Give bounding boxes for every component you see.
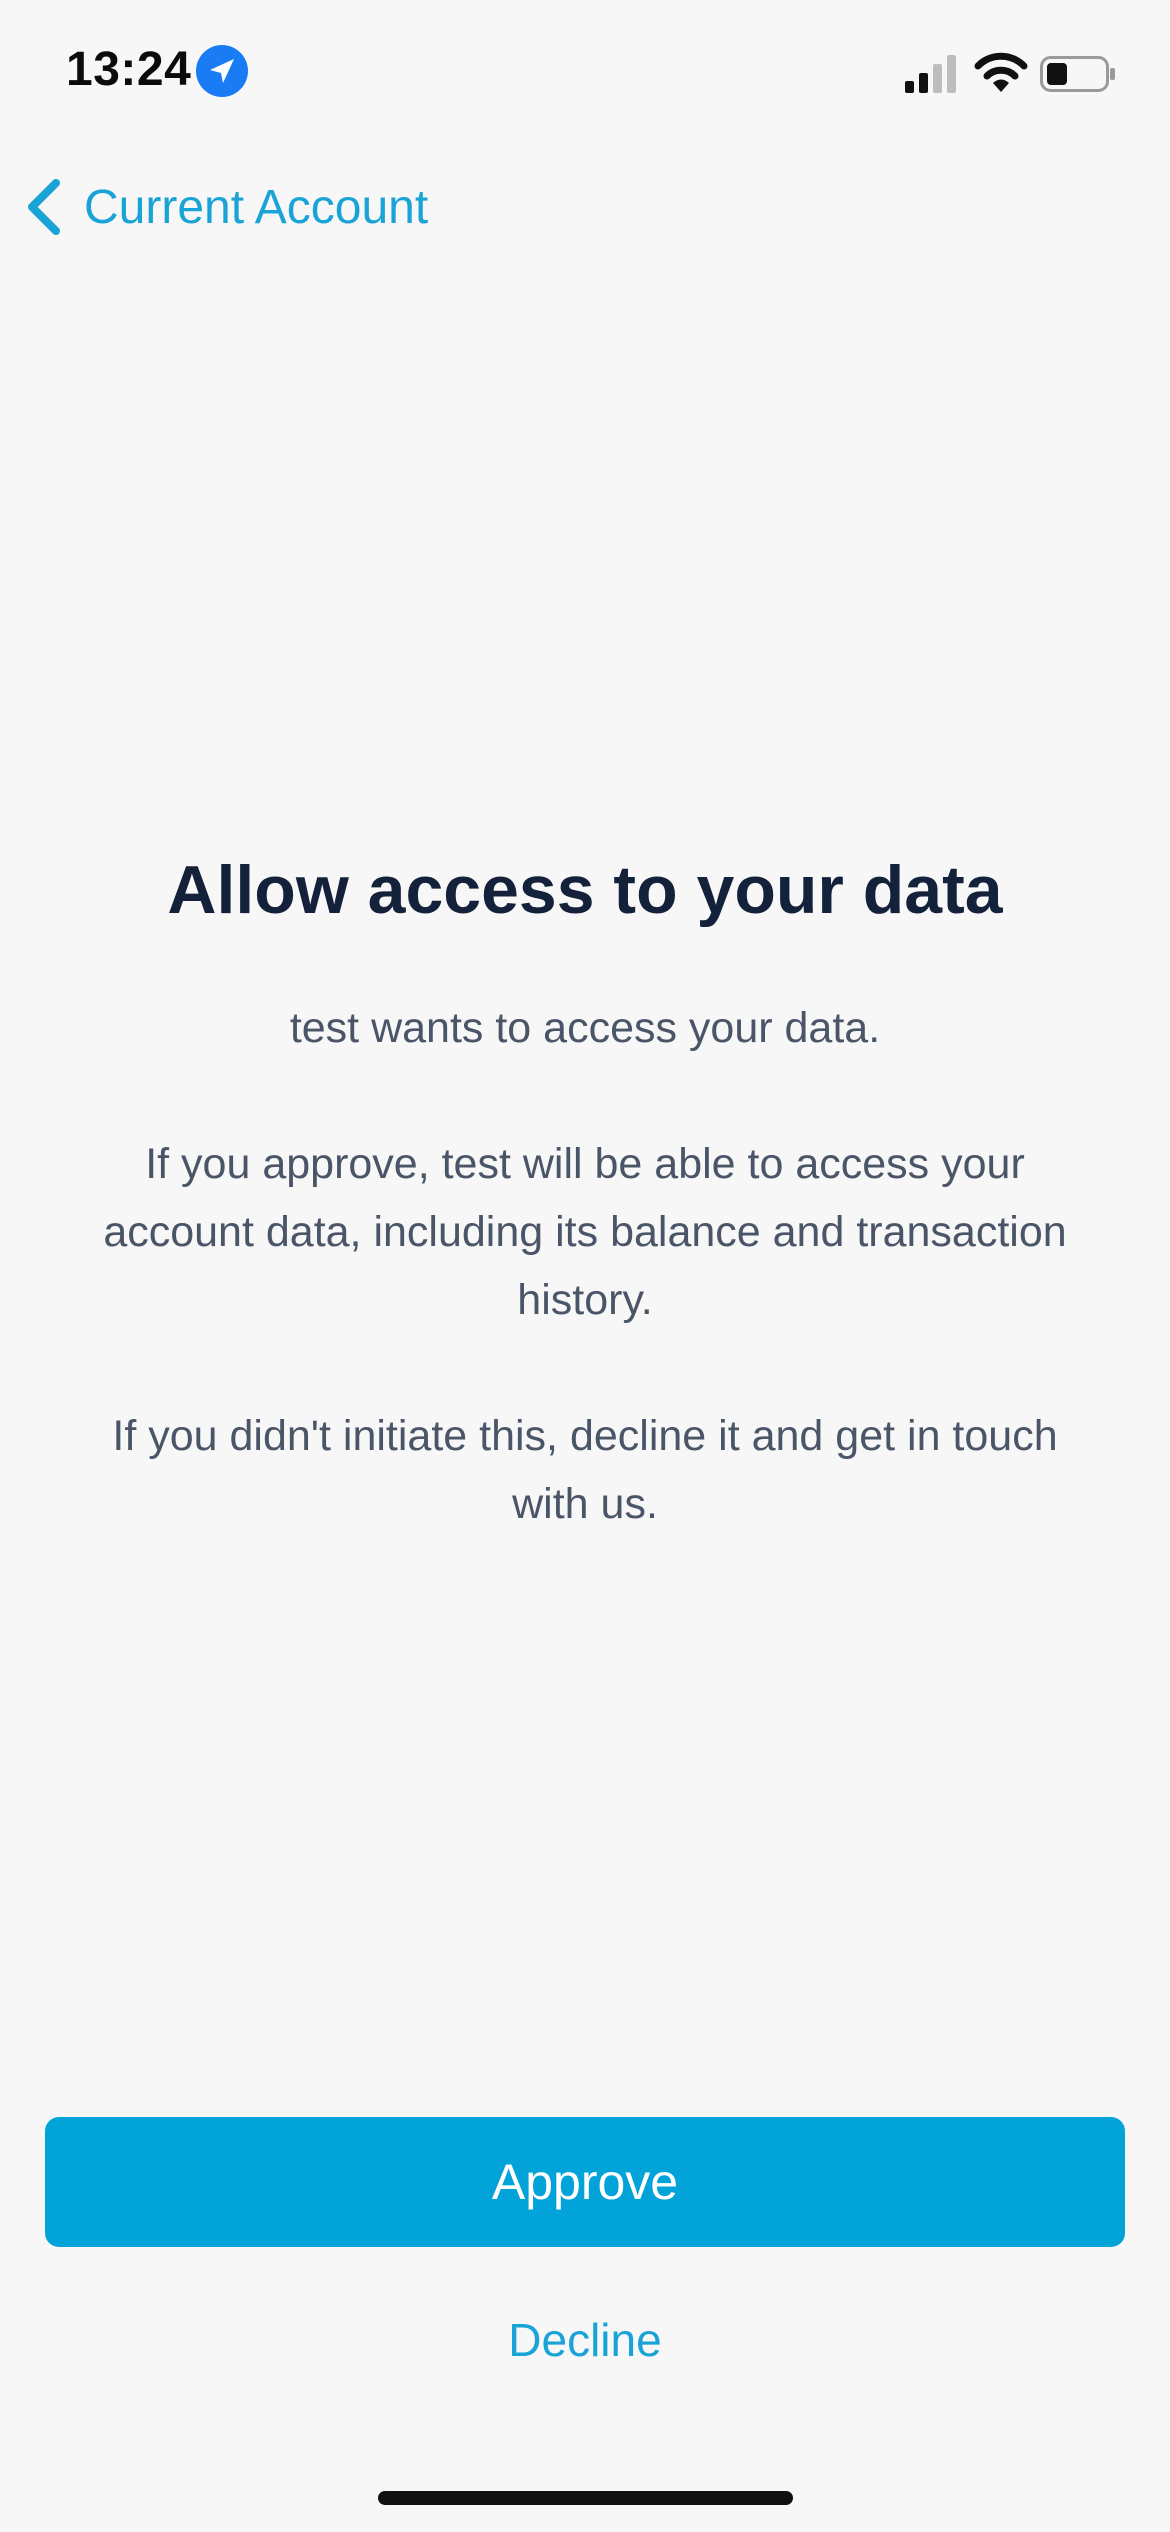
warning-text: If you didn't initiate this, decline it … bbox=[112, 1411, 1058, 1528]
back-button[interactable]: Current Account bbox=[22, 172, 428, 242]
page-title: Allow access to your data bbox=[167, 852, 1003, 928]
screen: 13:24 Current Account Allow access to yo… bbox=[0, 0, 1170, 2532]
chevron-left-icon bbox=[28, 179, 60, 235]
battery-icon bbox=[1040, 56, 1115, 92]
status-bar: 13:24 bbox=[0, 0, 1170, 150]
intro-text: test wants to access your data. bbox=[289, 1003, 881, 1052]
location-arrow-icon bbox=[196, 45, 248, 97]
wifi-icon bbox=[974, 52, 1028, 92]
back-button-label: Current Account bbox=[84, 180, 429, 234]
status-time: 13:24 bbox=[66, 43, 192, 96]
approval-details-text: If you approve, test will be able to acc… bbox=[103, 1139, 1067, 1324]
approve-button[interactable]: Approve bbox=[45, 2117, 1125, 2247]
decline-button[interactable]: Decline bbox=[385, 2300, 785, 2380]
home-indicator bbox=[378, 2491, 793, 2505]
cellular-signal-icon bbox=[905, 55, 956, 93]
consent-content: Allow access to your data test wants to … bbox=[0, 850, 1170, 1538]
